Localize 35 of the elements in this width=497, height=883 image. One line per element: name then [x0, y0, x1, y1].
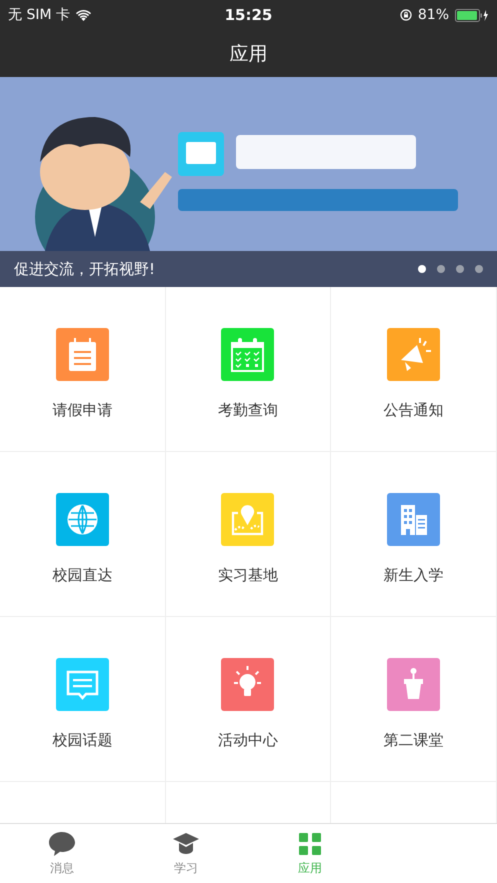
chat-bubble-icon	[48, 830, 76, 856]
battery-percent: 81%	[418, 7, 449, 23]
app-label: 公告通知	[384, 401, 444, 420]
app-tile[interactable]: 考勤查询	[166, 287, 332, 452]
page-title: 应用	[230, 42, 268, 66]
app-tile[interactable]: 校园直达	[0, 452, 166, 617]
app-label: 请假申请	[52, 401, 112, 420]
rotation-lock-icon	[400, 9, 412, 21]
app-label: 校园直达	[52, 566, 112, 585]
banner-caption: 促进交流，开拓视野!	[14, 260, 156, 278]
app-tile[interactable]: 活动中心	[166, 617, 332, 782]
tab-item[interactable]: 消息	[0, 824, 124, 883]
app-label: 校园话题	[52, 731, 112, 750]
app-label: 实习基地	[218, 566, 278, 585]
app-tile[interactable]: 校园话题	[0, 617, 166, 782]
battery-icon	[455, 8, 489, 22]
app-tile[interactable]: 公告通知	[331, 287, 497, 452]
grid-icon	[296, 830, 324, 856]
app-label: 新生入学	[384, 566, 444, 585]
tab-item[interactable]: 学习	[124, 824, 248, 883]
app-tile[interactable]: 请假申请	[0, 287, 166, 452]
app-label: 考勤查询	[218, 401, 278, 420]
carrier-text: 无 SIM 卡	[8, 6, 70, 24]
carousel-dot[interactable]	[418, 265, 426, 273]
app-tile[interactable]: 新生入学	[331, 452, 497, 617]
carousel-dot[interactable]	[456, 265, 464, 273]
carousel-dot[interactable]	[475, 265, 483, 273]
app-tile[interactable]: 实习基地	[166, 452, 332, 617]
app-tile[interactable]: 第二课堂	[331, 617, 497, 782]
graduation-cap-icon	[172, 830, 200, 856]
app-label: 活动中心	[218, 731, 278, 750]
app-label: 第二课堂	[384, 731, 444, 750]
wifi-icon	[76, 10, 91, 20]
carousel-dot[interactable]	[437, 265, 445, 273]
clock-text: 15:25	[224, 6, 272, 24]
